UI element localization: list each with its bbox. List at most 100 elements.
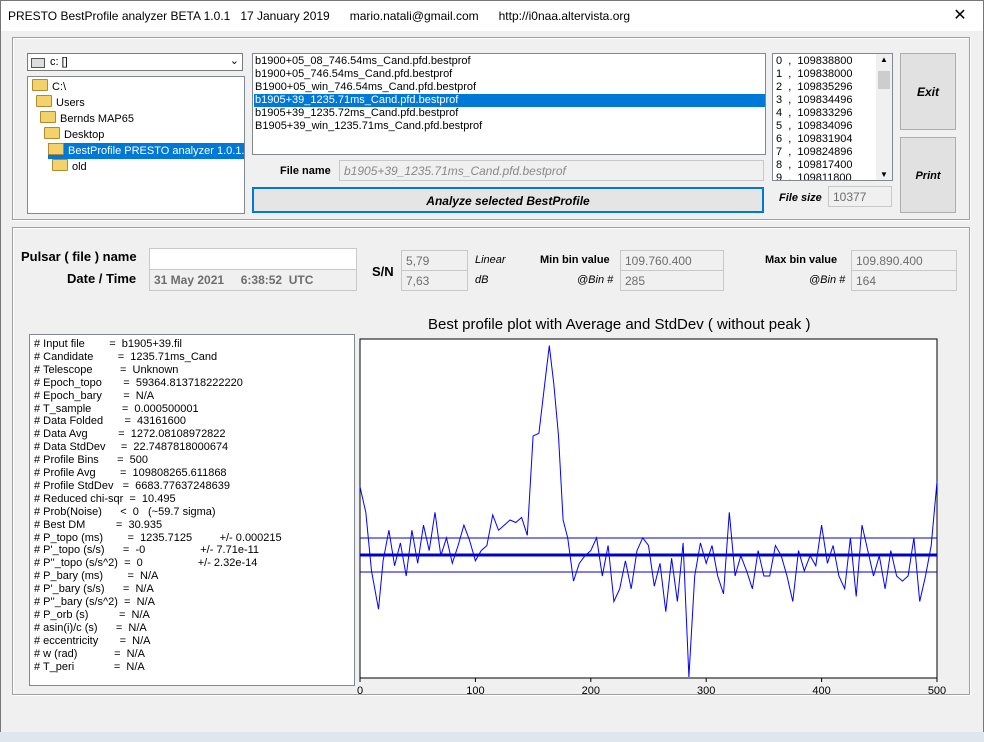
max-bin-label: Max bin value bbox=[765, 254, 838, 266]
tree-item[interactable]: old bbox=[52, 159, 87, 175]
tree-item[interactable]: Bernds MAP65 bbox=[40, 111, 134, 127]
value-item[interactable]: 2 , 109835296 bbox=[776, 81, 852, 94]
x-tick-label: 0 bbox=[357, 685, 363, 697]
info-line: # w (rad) = N/A bbox=[34, 647, 145, 660]
sn-linear-field: 5,79 bbox=[401, 250, 468, 271]
info-line: # Profile StdDev = 6683.77637248639 bbox=[34, 479, 231, 492]
info-line: # Epoch_topo = 59364.813718222220 bbox=[34, 376, 243, 389]
info-line: # T_peri = N/A bbox=[34, 660, 145, 673]
info-line: # asin(i)/c (s) = N/A bbox=[34, 621, 147, 634]
db-label: dB bbox=[475, 274, 489, 286]
file-item-selected[interactable]: b1905+39_1235.71ms_Cand.pfd.bestprof bbox=[254, 94, 765, 107]
scroll-up-icon[interactable]: ▲ bbox=[880, 55, 888, 64]
info-line: # P'_topo (s/s) = -0 +/- 7.71e-11 bbox=[34, 544, 260, 557]
info-line: # Reduced chi-sqr = 10.495 bbox=[34, 492, 176, 505]
folder-open-icon bbox=[36, 95, 52, 107]
value-item[interactable]: 3 , 109834496 bbox=[776, 94, 852, 107]
close-icon[interactable]: ✕ bbox=[937, 1, 983, 31]
value-item[interactable]: 7 , 109824896 bbox=[776, 146, 852, 159]
x-tick-label: 100 bbox=[466, 685, 484, 697]
file-size-label: File size bbox=[779, 192, 822, 204]
min-bin-at-label: @Bin # bbox=[577, 274, 614, 286]
x-tick-label: 500 bbox=[928, 685, 946, 697]
file-size-field: 10377 bbox=[828, 186, 892, 207]
value-item[interactable]: 4 , 109833296 bbox=[776, 107, 852, 120]
info-line: # Telescope = Unknown bbox=[34, 363, 179, 376]
info-line: # P_orb (s) = N/A bbox=[34, 608, 150, 621]
window-title: PRESTO BestProfile analyzer BETA 1.0.1 1… bbox=[8, 9, 631, 23]
file-name-field: b1905+39_1235.71ms_Cand.pfd.bestprof bbox=[339, 160, 764, 181]
x-tick-label: 200 bbox=[582, 685, 600, 697]
datetime-label: Date / Time bbox=[67, 271, 137, 286]
info-line: # Prob(Noise) < 0 (~59.7 sigma) bbox=[34, 505, 216, 518]
info-line: # Candidate = 1235.71ms_Cand bbox=[34, 350, 218, 363]
file-item[interactable]: b1900+05_746.54ms_Cand.pfd.bestprof bbox=[255, 68, 452, 81]
file-item[interactable]: B1905+39_win_1235.71ms_Cand.pfd.bestprof bbox=[255, 120, 482, 133]
folder-icon bbox=[52, 159, 68, 171]
pulsar-label: Pulsar ( file ) name bbox=[21, 249, 137, 264]
file-item[interactable]: b1900+05_08_746.54ms_Cand.pfd.bestprof bbox=[255, 55, 471, 68]
chevron-down-icon[interactable]: ⌄ bbox=[230, 54, 239, 67]
folder-open-icon bbox=[44, 127, 60, 139]
plot-area bbox=[359, 338, 938, 679]
file-name-label: File name bbox=[280, 165, 331, 177]
value-item[interactable]: 1 , 109838000 bbox=[776, 68, 852, 81]
title-bar: PRESTO BestProfile analyzer BETA 1.0.1 1… bbox=[1, 1, 983, 31]
profile-chart: 0 100 200 300 400 500 bbox=[357, 338, 946, 697]
print-button[interactable]: Print bbox=[900, 137, 956, 213]
value-item[interactable]: 9 , 109811800 bbox=[776, 172, 852, 180]
info-line: # P''_topo (s/s^2) = 0 +/- 2.32e-14 bbox=[34, 557, 258, 570]
drive-icon bbox=[31, 58, 45, 68]
sn-db-field: 7,63 bbox=[401, 270, 468, 291]
folder-open-icon bbox=[32, 79, 48, 91]
info-line: # Profile Avg = 109808265.611868 bbox=[34, 467, 227, 479]
values-list[interactable]: 0 , 109838800 1 , 109838000 2 , 10983529… bbox=[772, 53, 893, 181]
pulsar-field bbox=[149, 248, 357, 270]
file-item[interactable]: b1905+39_1235.72ms_Cand.pfd.bestprof bbox=[255, 107, 458, 120]
info-line: # P''_bary (s/s^2) = N/A bbox=[34, 596, 155, 608]
scroll-down-icon[interactable]: ▼ bbox=[880, 170, 888, 179]
info-line: # Best DM = 30.935 bbox=[34, 518, 163, 531]
info-panel: # Input file = b1905+39.fil # Candidate =… bbox=[29, 334, 355, 686]
info-line: # Profile Bins = 500 bbox=[34, 454, 149, 467]
scroll-thumb[interactable] bbox=[878, 71, 890, 89]
sn-label: S/N bbox=[372, 264, 394, 279]
tree-item[interactable]: C:\ bbox=[32, 79, 66, 95]
file-item[interactable]: B1900+05_win_746.54ms_Cand.pfd.bestprof bbox=[255, 81, 476, 94]
info-line: # P'_bary (s/s) = N/A bbox=[34, 583, 154, 596]
info-line: # eccentricity = N/A bbox=[34, 634, 151, 647]
min-bin-field: 109.760.400 bbox=[620, 250, 724, 271]
max-bin-at-label: @Bin # bbox=[809, 274, 846, 286]
min-bin-label: Min bin value bbox=[540, 254, 610, 266]
values-scrollbar[interactable]: ▲ ▼ bbox=[876, 54, 892, 180]
info-line: # Data Avg = 1272.08108972822 bbox=[34, 428, 226, 441]
app-window: PRESTO BestProfile analyzer BETA 1.0.1 1… bbox=[0, 0, 984, 734]
info-line: # Data StdDev = 22.7487818000674 bbox=[34, 441, 229, 454]
drive-value: c: [] bbox=[50, 56, 68, 68]
taskbar bbox=[0, 732, 984, 742]
value-item[interactable]: 6 , 109831904 bbox=[776, 133, 852, 146]
info-line: # P_topo (ms) = 1235.7125 +/- 0.000215 bbox=[34, 531, 282, 544]
value-item[interactable]: 0 , 109838800 bbox=[776, 55, 852, 68]
drive-select[interactable]: c: [] ⌄ bbox=[27, 53, 243, 71]
tree-item[interactable]: Users bbox=[36, 95, 85, 111]
info-line: # P_bary (ms) = N/A bbox=[34, 570, 159, 583]
tree-item[interactable]: Desktop bbox=[44, 127, 104, 143]
tree-item-selected[interactable]: BestProfile PRESTO analyzer 1.0.1.e bbox=[48, 143, 244, 159]
x-tick-label: 400 bbox=[812, 685, 830, 697]
info-line: # Epoch_bary = N/A bbox=[34, 389, 155, 402]
info-line: # Data Folded = 43161600 bbox=[34, 415, 186, 428]
folder-open-icon bbox=[40, 111, 56, 123]
linear-label: Linear bbox=[475, 254, 506, 266]
min-bin-index-field: 285 bbox=[620, 270, 724, 291]
exit-button[interactable]: Exit bbox=[900, 53, 956, 130]
value-item[interactable]: 5 , 109834096 bbox=[776, 120, 852, 133]
folder-tree[interactable]: C:\ Users Bernds MAP65 Desktop BestProfi… bbox=[27, 76, 245, 214]
analyze-button[interactable]: Analyze selected BestProfile bbox=[252, 187, 764, 213]
max-bin-index-field: 164 bbox=[851, 270, 957, 291]
x-tick-label: 300 bbox=[697, 685, 715, 697]
folder-open-icon bbox=[48, 143, 64, 155]
file-list[interactable]: b1900+05_08_746.54ms_Cand.pfd.bestprof b… bbox=[252, 53, 766, 155]
value-item[interactable]: 8 , 109817400 bbox=[776, 159, 852, 172]
datetime-field: 31 May 2021 6:38:52 UTC bbox=[149, 269, 357, 291]
